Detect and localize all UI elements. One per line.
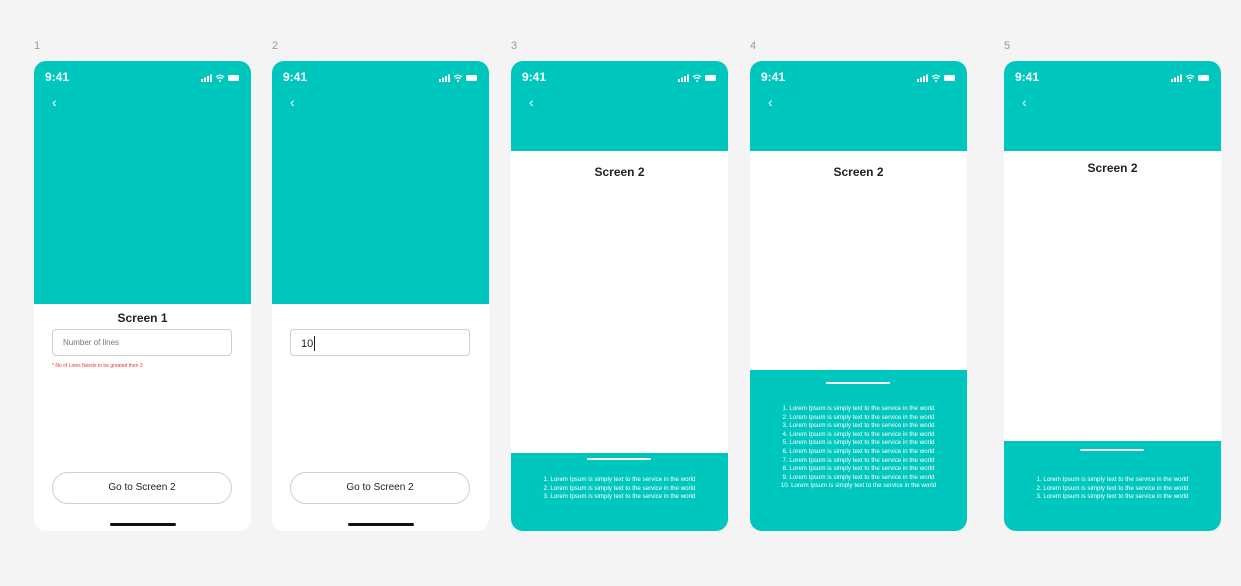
validation-error: * No of Lines Needs to be greated then 3 — [52, 363, 143, 369]
list-item: 1. Lorem Ipsum is simply text to the ser… — [782, 405, 935, 412]
status-time: 9:41 — [1015, 70, 1040, 84]
header: 9:41 ‹ — [34, 61, 251, 304]
input-value: 10 — [301, 338, 314, 350]
status-icons — [917, 74, 955, 82]
frame-number-2: 2 — [272, 40, 279, 52]
list-item: 3. Lorem Ipsum is simply text to the ser… — [782, 422, 935, 430]
list-item: 8. Lorem Ipsum is simply text to the ser… — [782, 465, 935, 473]
header: 9:41 ‹ — [511, 61, 728, 151]
status-icons — [439, 74, 477, 82]
lines-list: 1. Lorem Ipsum is simply text to the ser… — [750, 405, 967, 491]
screen-title: Screen 1 — [117, 311, 168, 325]
battery-icon — [466, 75, 477, 81]
status-time: 9:41 — [522, 70, 547, 84]
text-caret — [314, 336, 315, 351]
wifi-icon — [1185, 74, 1195, 82]
battery-icon — [1198, 75, 1209, 81]
frame-number-4: 4 — [750, 40, 757, 52]
list-item: 3. Lorem Ipsum is simply text to the ser… — [1036, 493, 1189, 501]
battery-icon — [228, 75, 239, 81]
bottom-sheet[interactable]: 1. Lorem Ipsum is simply text to the ser… — [750, 370, 967, 531]
header: 9:41 ‹ — [272, 61, 489, 304]
list-item: 5. Lorem Ipsum is simply text to the ser… — [782, 439, 935, 447]
frame-number-5: 5 — [1004, 40, 1011, 52]
status-icons — [678, 74, 716, 82]
battery-icon — [944, 75, 955, 81]
home-indicator — [110, 523, 176, 526]
signal-icon — [678, 74, 689, 82]
frame-number-3: 3 — [511, 40, 518, 52]
screen-title: Screen 2 — [833, 165, 884, 179]
status-icons — [201, 74, 239, 82]
back-icon[interactable]: ‹ — [768, 95, 773, 109]
sheet-drag-handle[interactable] — [826, 382, 890, 384]
phone-screen-4: 9:41 ‹ Screen 2 1. Lorem Ipsum is simply… — [750, 61, 967, 531]
back-icon[interactable]: ‹ — [52, 95, 57, 109]
list-item: 3. Lorem Ipsum is simply text to the ser… — [543, 493, 696, 501]
number-of-lines-field[interactable] — [53, 330, 231, 355]
back-icon[interactable]: ‹ — [290, 95, 295, 109]
number-of-lines-input[interactable]: 10 — [290, 329, 470, 356]
signal-icon — [917, 74, 928, 82]
header: 9:41 ‹ — [750, 61, 967, 151]
screen-title: Screen 2 — [1087, 161, 1138, 175]
list-item: 2. Lorem Ipsum is simply text to the ser… — [543, 484, 696, 492]
battery-icon — [705, 75, 716, 81]
sheet-drag-handle[interactable] — [587, 458, 651, 460]
list-item: 4. Lorem Ipsum is simply text to the ser… — [782, 430, 935, 438]
signal-icon — [439, 74, 450, 82]
back-icon[interactable]: ‹ — [529, 95, 534, 109]
phone-screen-2: 9:41 ‹ 10 Go to Screen 2 — [272, 61, 489, 531]
wifi-icon — [453, 74, 463, 82]
frame-number-1: 1 — [34, 40, 41, 52]
list-item: 1. Lorem Ipsum is simply text to the ser… — [543, 476, 696, 483]
signal-icon — [1171, 74, 1182, 82]
bottom-sheet[interactable]: 1. Lorem Ipsum is simply text to the ser… — [511, 453, 728, 531]
list-item: 1. Lorem Ipsum is simply text to the ser… — [1036, 476, 1189, 483]
go-to-screen-2-button[interactable]: Go to Screen 2 — [290, 472, 470, 504]
lines-list: 1. Lorem Ipsum is simply text to the ser… — [1004, 476, 1221, 502]
list-item: 2. Lorem Ipsum is simply text to the ser… — [782, 413, 935, 421]
signal-icon — [201, 74, 212, 82]
header: 9:41 ‹ — [1004, 61, 1221, 151]
sheet-drag-handle[interactable] — [1080, 449, 1144, 451]
home-indicator — [348, 523, 414, 526]
wifi-icon — [692, 74, 702, 82]
back-icon[interactable]: ‹ — [1022, 95, 1027, 109]
phone-screen-1: 9:41 ‹ Screen 1 * No of Lines Needs to b… — [34, 61, 251, 531]
status-icons — [1171, 74, 1209, 82]
status-time: 9:41 — [45, 70, 70, 84]
list-item: 7. Lorem Ipsum is simply text to the ser… — [782, 456, 935, 464]
status-time: 9:41 — [761, 70, 786, 84]
go-to-screen-2-button[interactable]: Go to Screen 2 — [52, 472, 232, 504]
status-time: 9:41 — [283, 70, 308, 84]
phone-screen-3: 9:41 ‹ Screen 2 1. Lorem Ipsum is simply… — [511, 61, 728, 531]
list-item: 10. Lorem Ipsum is simply text to the se… — [780, 482, 937, 490]
lines-list: 1. Lorem Ipsum is simply text to the ser… — [511, 476, 728, 502]
bottom-sheet[interactable]: 1. Lorem Ipsum is simply text to the ser… — [1004, 441, 1221, 531]
screen-title: Screen 2 — [594, 165, 645, 179]
list-item: 2. Lorem Ipsum is simply text to the ser… — [1036, 484, 1189, 492]
wifi-icon — [931, 74, 941, 82]
list-item: 6. Lorem Ipsum is simply text to the ser… — [782, 447, 935, 455]
number-of-lines-input[interactable] — [52, 329, 232, 356]
list-item: 9. Lorem Ipsum is simply text to the ser… — [782, 473, 935, 481]
wifi-icon — [215, 74, 225, 82]
phone-screen-5: 9:41 ‹ Screen 2 1. Lorem Ipsum is simply… — [1004, 61, 1221, 531]
